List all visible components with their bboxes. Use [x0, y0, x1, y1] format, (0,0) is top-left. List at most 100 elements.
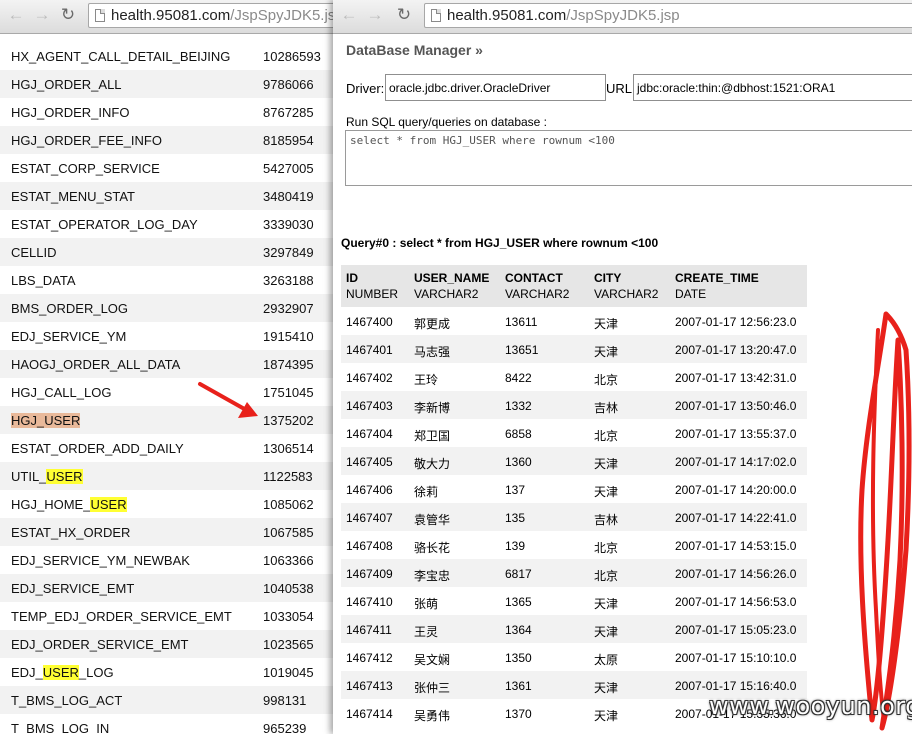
table-cell: 1467403 [346, 399, 393, 413]
table-row[interactable]: HGJ_USER 1375202 [0, 406, 340, 434]
table-row[interactable]: EDJ_SERVICE_YM_NEWBAK 1063366 [0, 546, 340, 574]
table-row[interactable]: HGJ_CALL_LOG 1751045 [0, 378, 340, 406]
table-name-prefix: ESTAT_OPERATOR_LOG_DAY [11, 217, 198, 232]
table-row: 1467410 张萌 1365 天津 2007-01-17 14:56:53.0 [341, 587, 807, 615]
table-cell: 1467410 [346, 595, 393, 609]
table-name[interactable]: HX_AGENT_CALL_DETAIL_BEIJING [11, 49, 230, 64]
table-row[interactable]: BMS_ORDER_LOG 2932907 [0, 294, 340, 322]
table-row[interactable]: ESTAT_ORDER_ADD_DAILY 1306514 [0, 434, 340, 462]
table-name[interactable]: EDJ_USER_LOG [11, 665, 114, 680]
table-name[interactable]: HGJ_ORDER_ALL [11, 77, 122, 92]
table-cell: 马志强 [414, 345, 451, 359]
left-address-bar[interactable]: health.95081.com/JspSpyJDK5.js [88, 3, 340, 28]
table-row[interactable]: ESTAT_OPERATOR_LOG_DAY 3339030 [0, 210, 340, 238]
table-row[interactable]: HGJ_ORDER_ALL 9786066 [0, 70, 340, 98]
table-name[interactable]: CELLID [11, 245, 57, 260]
table-row[interactable]: HGJ_ORDER_FEE_INFO 8185954 [0, 126, 340, 154]
table-row[interactable]: LBS_DATA 3263188 [0, 266, 340, 294]
sql-label: Run SQL query/queries on database : [346, 115, 548, 129]
right-address-bar[interactable]: health.95081.com/JspSpyJDK5.jsp [424, 3, 912, 28]
table-name[interactable]: HGJ_HOME_USER [11, 497, 127, 512]
row-count: 1019045 [263, 665, 314, 680]
table-name[interactable]: HAOGJ_ORDER_ALL_DATA [11, 357, 180, 372]
table-row[interactable]: EDJ_ORDER_SERVICE_EMT 1023565 [0, 630, 340, 658]
table-cell: 骆长花 [414, 541, 451, 555]
table-row[interactable]: T_BMS_LOG_ACT 998131 [0, 686, 340, 714]
table-row[interactable]: ESTAT_HX_ORDER 1067585 [0, 518, 340, 546]
table-name[interactable]: ESTAT_OPERATOR_LOG_DAY [11, 217, 198, 232]
right-browser-window: ← → ↻ health.95081.com/JspSpyJDK5.jsp Da… [333, 0, 912, 734]
table-row[interactable]: HGJ_ORDER_INFO 8767285 [0, 98, 340, 126]
table-cell: 袁管华 [414, 513, 451, 527]
row-count: 965239 [263, 721, 307, 734]
table-name[interactable]: HGJ_CALL_LOG [11, 385, 111, 400]
table-row[interactable]: EDJ_USER_LOG 1019045 [0, 658, 340, 686]
column-name: CREATE_TIME [675, 271, 759, 285]
back-arrow-icon[interactable]: ← [6, 5, 26, 25]
table-name[interactable]: ESTAT_HX_ORDER [11, 525, 130, 540]
table-name[interactable]: EDJ_SERVICE_YM [11, 329, 126, 344]
column-type: VARCHAR2 [594, 287, 659, 301]
table-name[interactable]: ESTAT_CORP_SERVICE [11, 161, 160, 176]
table-row[interactable]: CELLID 3297849 [0, 238, 340, 266]
table-cell: 6817 [505, 567, 532, 581]
row-count: 1751045 [263, 385, 314, 400]
table-name[interactable]: HGJ_USER [11, 413, 81, 428]
table-row[interactable]: TEMP_EDJ_ORDER_SERVICE_EMT 1033054 [0, 602, 340, 630]
red-arrow-annotation-icon [198, 382, 258, 418]
table-name[interactable]: T_BMS_LOG_ACT [11, 693, 122, 708]
table-name[interactable]: ESTAT_MENU_STAT [11, 189, 135, 204]
table-row: 1467404 郑卫国 6858 北京 2007-01-17 13:55:37.0 [341, 419, 807, 447]
driver-input[interactable]: oracle.jdbc.driver.OracleDriver [385, 74, 606, 101]
table-cell: 北京 [594, 569, 619, 583]
table-row: 1467400 郭更成 13611 天津 2007-01-17 12:56:23.0 [341, 307, 807, 335]
table-name[interactable]: LBS_DATA [11, 273, 76, 288]
table-cell: 2007-01-17 14:22:41.0 [675, 511, 797, 525]
table-row: 1467406 徐莉 137 天津 2007-01-17 14:20:00.0 [341, 475, 807, 503]
table-name[interactable]: ESTAT_ORDER_ADD_DAILY [11, 441, 184, 456]
table-row[interactable]: EDJ_SERVICE_YM 1915410 [0, 322, 340, 350]
table-name[interactable]: UTIL_USER [11, 469, 83, 484]
table-row[interactable]: ESTAT_CORP_SERVICE 5427005 [0, 154, 340, 182]
table-name[interactable]: BMS_ORDER_LOG [11, 301, 128, 316]
row-count: 1375202 [263, 413, 314, 428]
table-name[interactable]: TEMP_EDJ_ORDER_SERVICE_EMT [11, 609, 232, 624]
result-table-header: ID NUMBER USER_NAME VARCHAR2 CONTACT VARCHAR2… [341, 265, 807, 307]
table-name[interactable]: T_BMS_LOG_IN [11, 721, 109, 734]
reload-icon[interactable]: ↻ [58, 5, 78, 25]
table-cell: 1467409 [346, 567, 393, 581]
jdbc-url-input[interactable]: jdbc:oracle:thin:@dbhost:1521:ORA1 [633, 74, 912, 101]
reload-icon[interactable]: ↻ [394, 5, 414, 25]
forward-arrow-icon[interactable]: → [32, 5, 52, 25]
row-count: 3480419 [263, 189, 314, 204]
table-row[interactable]: ESTAT_MENU_STAT 3480419 [0, 182, 340, 210]
column-type: DATE [675, 287, 707, 301]
sql-query-textarea[interactable]: select * from HGJ_USER where rownum <100 [345, 130, 912, 186]
table-name-prefix: CELLID [11, 245, 57, 260]
table-row[interactable]: HX_AGENT_CALL_DETAIL_BEIJING 10286593 [0, 42, 340, 70]
table-name[interactable]: EDJ_ORDER_SERVICE_EMT [11, 637, 188, 652]
table-row[interactable]: T_BMS_LOG_IN 965239 [0, 714, 340, 734]
table-row[interactable]: HGJ_HOME_USER 1085062 [0, 490, 340, 518]
table-cell: 2007-01-17 14:17:02.0 [675, 455, 797, 469]
table-cell: 吴勇伟 [414, 709, 451, 723]
table-name[interactable]: EDJ_SERVICE_EMT [11, 581, 134, 596]
table-cell: 13611 [505, 315, 538, 329]
table-cell: 1361 [505, 679, 532, 693]
row-count: 1067585 [263, 525, 314, 540]
table-cell: 北京 [594, 429, 619, 443]
table-row[interactable]: UTIL_USER 1122583 [0, 462, 340, 490]
table-name[interactable]: HGJ_ORDER_INFO [11, 105, 129, 120]
table-cell: 徐莉 [414, 485, 439, 499]
table-cell: 1467404 [346, 427, 393, 441]
table-row[interactable]: EDJ_SERVICE_EMT 1040538 [0, 574, 340, 602]
column-header: CREATE_TIME DATE [675, 270, 759, 302]
row-count: 1023565 [263, 637, 314, 652]
table-name[interactable]: HGJ_ORDER_FEE_INFO [11, 133, 162, 148]
table-row[interactable]: HAOGJ_ORDER_ALL_DATA 1874395 [0, 350, 340, 378]
table-cell: 吴文娴 [414, 653, 451, 667]
back-arrow-icon[interactable]: ← [339, 5, 359, 25]
forward-arrow-icon[interactable]: → [365, 5, 385, 25]
table-name[interactable]: EDJ_SERVICE_YM_NEWBAK [11, 553, 190, 568]
page-title: DataBase Manager » [346, 42, 483, 58]
